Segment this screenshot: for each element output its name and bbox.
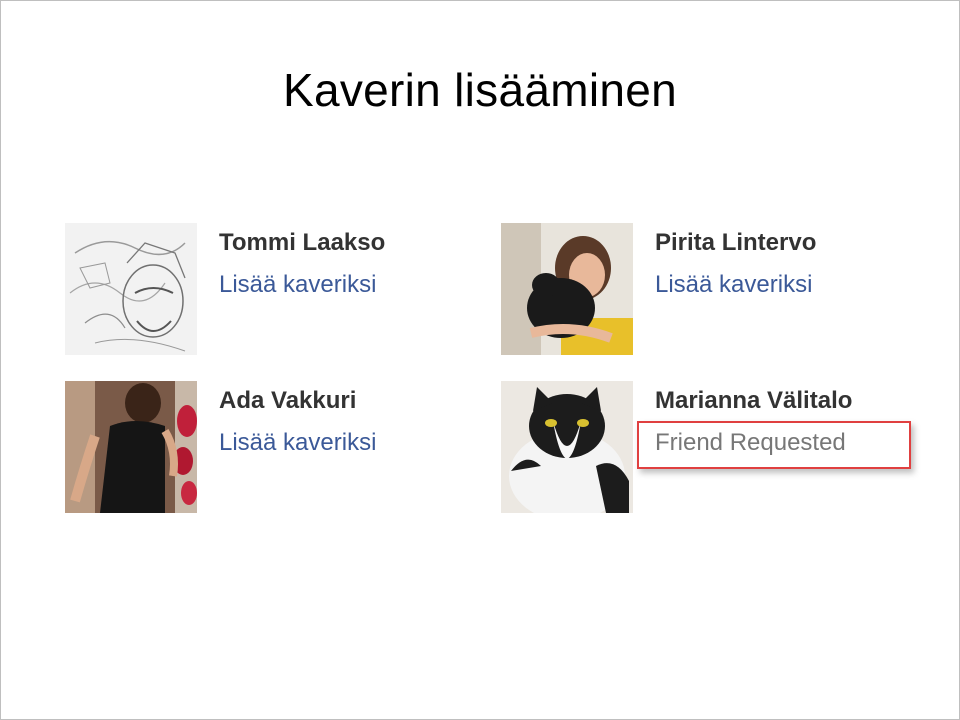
slide: Kaverin lisääminen Tommi Laakso Lisää ka… <box>0 0 960 720</box>
profile-photo[interactable] <box>501 223 633 355</box>
friend-requested-highlight: Friend Requested <box>637 421 911 469</box>
friend-requested-status: Friend Requested <box>655 429 846 456</box>
person-name[interactable]: Marianna Välitalo <box>655 387 852 415</box>
person-name[interactable]: Ada Vakkuri <box>219 387 356 415</box>
add-friend-link[interactable]: Lisää kaveriksi <box>219 271 376 299</box>
add-friend-link[interactable]: Lisää kaveriksi <box>655 271 812 299</box>
profile-photo[interactable] <box>501 381 633 513</box>
slide-title: Kaverin lisääminen <box>282 64 678 116</box>
add-friend-link[interactable]: Lisää kaveriksi <box>219 429 376 457</box>
person-card-ada: Ada Vakkuri Lisää kaveriksi <box>65 381 485 513</box>
person-card-pirita: Pirita Lintervo Lisää kaveriksi <box>501 223 921 355</box>
person-name[interactable]: Tommi Laakso <box>219 229 385 257</box>
person-card-marianna: Marianna Välitalo Friend Requested <box>501 381 921 513</box>
person-name[interactable]: Pirita Lintervo <box>655 229 816 257</box>
person-card-tommi: Tommi Laakso Lisää kaveriksi <box>65 223 485 355</box>
profile-photo[interactable] <box>65 381 197 513</box>
profile-photo[interactable] <box>65 223 197 355</box>
